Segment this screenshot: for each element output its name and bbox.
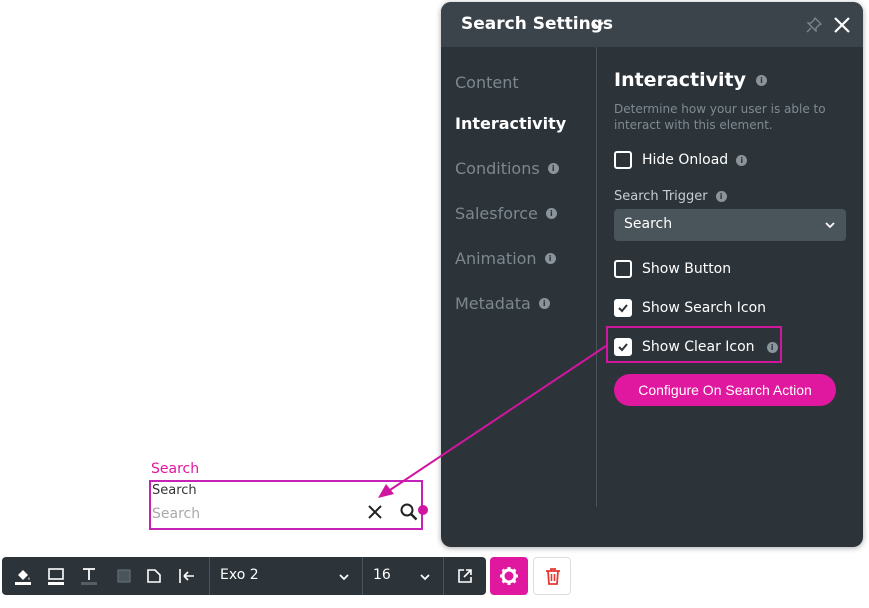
checkbox-box[interactable] bbox=[614, 260, 632, 278]
fill-color-icon[interactable] bbox=[13, 566, 33, 586]
chevron-down-icon[interactable] bbox=[419, 571, 431, 583]
tab-label: Animation bbox=[455, 249, 537, 268]
info-icon[interactable]: i bbox=[538, 298, 550, 309]
font-family-select[interactable]: Exo 2 bbox=[220, 567, 259, 583]
info-icon[interactable]: i bbox=[544, 253, 556, 264]
section-description: Determine how your user is able to inter… bbox=[614, 102, 826, 132]
configure-on-search-action-button[interactable]: Configure On Search Action bbox=[614, 374, 836, 406]
info-icon[interactable]: i bbox=[547, 163, 559, 174]
tab-interactivity[interactable]: Interactivity bbox=[455, 114, 566, 133]
tab-label: Content bbox=[455, 73, 519, 92]
background-swatch-icon[interactable] bbox=[114, 566, 134, 586]
info-icon[interactable]: i bbox=[545, 208, 557, 219]
tab-label: Salesforce bbox=[455, 204, 538, 223]
checkbox-box[interactable] bbox=[614, 299, 632, 317]
resize-handle[interactable] bbox=[418, 505, 428, 515]
search-trigger-label: Search Trigger i bbox=[614, 189, 727, 204]
corner-radius-icon[interactable] bbox=[144, 566, 164, 586]
search-input[interactable]: Search bbox=[152, 506, 200, 522]
external-link-icon[interactable] bbox=[455, 566, 475, 586]
check-icon bbox=[618, 304, 628, 313]
toolbar-divider bbox=[443, 557, 444, 595]
chevron-down-icon bbox=[825, 222, 835, 229]
search-icon[interactable] bbox=[399, 502, 419, 522]
tab-content[interactable]: Content bbox=[455, 73, 519, 92]
field-label-text: Search Trigger bbox=[614, 189, 708, 204]
tab-conditions[interactable]: Conditions i bbox=[455, 159, 559, 178]
text-color-icon[interactable] bbox=[79, 566, 99, 586]
tab-label: Metadata bbox=[455, 294, 531, 313]
tab-salesforce[interactable]: Salesforce i bbox=[455, 204, 557, 223]
element-name-label: Search bbox=[151, 461, 200, 477]
panel-header: Search Settings bbox=[441, 2, 863, 47]
trash-icon bbox=[546, 568, 560, 585]
checkbox-label: Show Search Icon bbox=[642, 300, 767, 316]
show-search-icon-checkbox[interactable]: Show Search Icon bbox=[614, 299, 766, 317]
info-icon[interactable]: i bbox=[715, 191, 727, 202]
font-size-select[interactable]: 16 bbox=[373, 567, 391, 583]
select-value: Search bbox=[624, 216, 673, 232]
gear-icon bbox=[500, 567, 518, 585]
chevron-down-icon[interactable] bbox=[338, 571, 350, 583]
search-element[interactable]: Search Search bbox=[149, 480, 423, 530]
align-left-icon[interactable] bbox=[177, 566, 197, 586]
pin-icon[interactable] bbox=[806, 17, 822, 33]
settings-button[interactable] bbox=[490, 557, 528, 595]
section-title-text: Interactivity bbox=[614, 69, 746, 91]
checkbox-label: Hide Onload bbox=[642, 152, 729, 168]
clear-icon[interactable] bbox=[365, 502, 385, 522]
format-toolbar: Exo 2 16 bbox=[2, 557, 486, 595]
info-icon[interactable]: i bbox=[755, 74, 767, 86]
settings-nav: Content Interactivity Conditions i Salesf… bbox=[441, 47, 597, 507]
info-icon[interactable]: i bbox=[736, 154, 748, 166]
search-trigger-select[interactable]: Search bbox=[614, 209, 846, 241]
tab-metadata[interactable]: Metadata i bbox=[455, 294, 550, 313]
tab-label: Interactivity bbox=[455, 114, 567, 133]
close-icon[interactable] bbox=[833, 16, 851, 34]
checkbox-label: Show Button bbox=[642, 261, 732, 277]
search-settings-panel: Search Settings Content Interactivity Co… bbox=[441, 2, 863, 547]
delete-button[interactable] bbox=[533, 557, 571, 595]
highlight-callout bbox=[606, 326, 782, 363]
toolbar-divider bbox=[209, 557, 210, 595]
checkbox-box[interactable] bbox=[614, 151, 632, 169]
toolbar-divider bbox=[362, 557, 363, 595]
section-title: Interactivity i bbox=[614, 69, 767, 91]
tab-animation[interactable]: Animation i bbox=[455, 249, 556, 268]
tab-label: Conditions bbox=[455, 159, 540, 178]
hide-onload-checkbox[interactable]: Hide Onload i bbox=[614, 151, 748, 169]
chevron-down-icon[interactable] bbox=[591, 18, 605, 32]
search-field-label: Search bbox=[152, 483, 197, 498]
border-color-icon[interactable] bbox=[46, 566, 66, 586]
show-button-checkbox[interactable]: Show Button bbox=[614, 260, 731, 278]
